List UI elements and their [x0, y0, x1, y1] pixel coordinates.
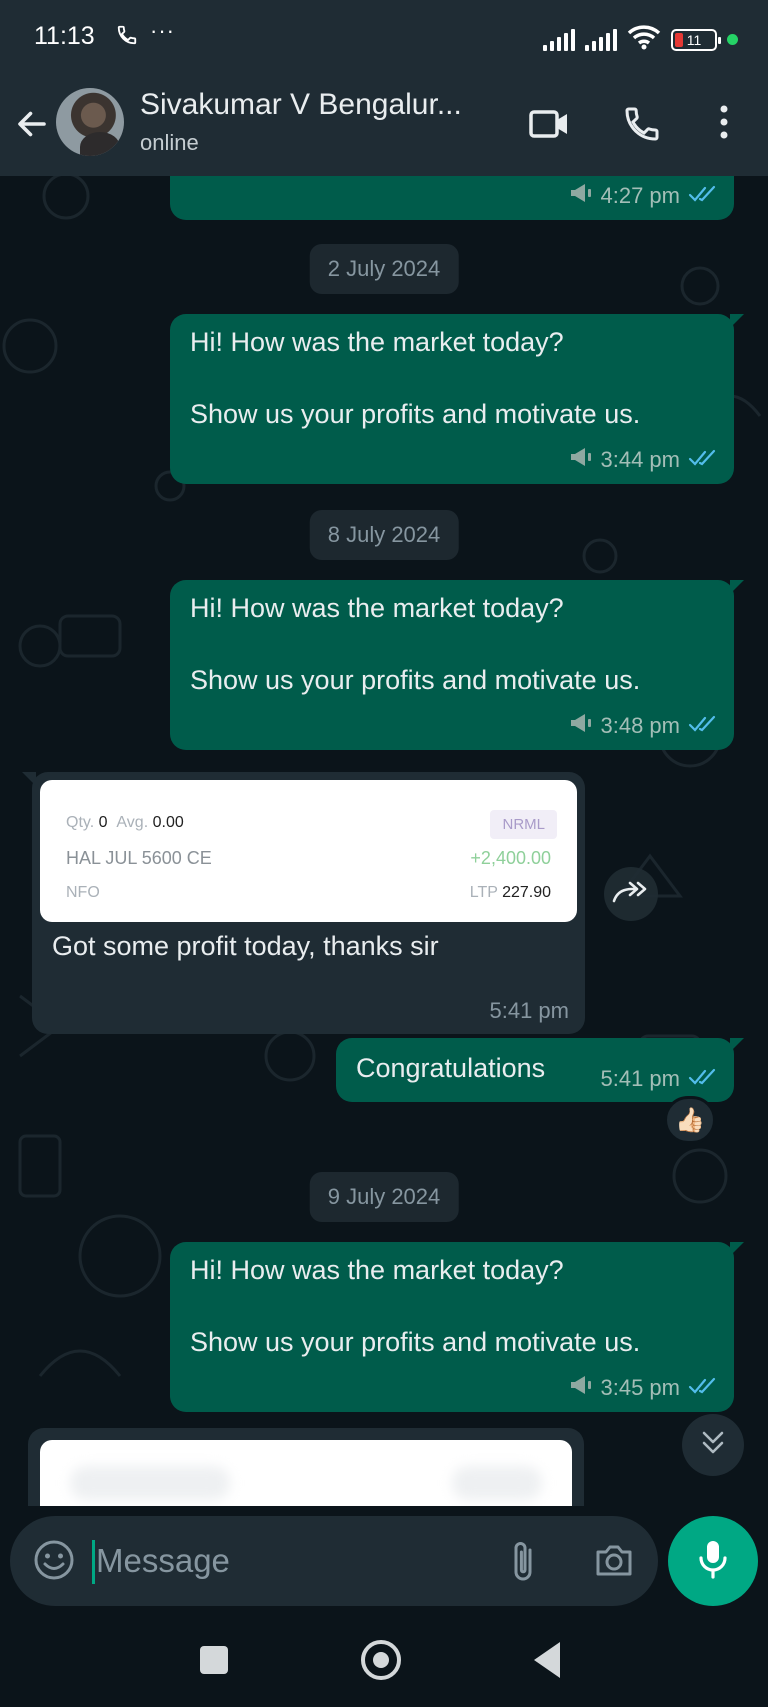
message-bubble-outgoing[interactable]: 4:27 pm — [170, 176, 734, 220]
message-meta: 5:41 pm — [490, 998, 570, 1024]
back-arrow-icon[interactable] — [14, 106, 50, 147]
qty-label: Qty. 0 Avg. 0.00 — [66, 814, 184, 831]
date-separator: 2 July 2024 — [309, 244, 459, 294]
camera-icon[interactable] — [592, 1538, 636, 1587]
exchange-label: NFO — [66, 884, 100, 901]
date-separator: 9 July 2024 — [309, 1172, 459, 1222]
message-time: 3:44 pm — [600, 447, 681, 472]
ongoing-call-icon — [116, 24, 138, 51]
double-check-icon — [688, 447, 718, 473]
text-caret — [92, 1540, 95, 1584]
double-check-icon — [688, 1375, 718, 1401]
voice-message-button[interactable] — [668, 1516, 758, 1606]
message-text: Hi! How was the market today? Show us yo… — [190, 593, 641, 695]
message-time: 3:45 pm — [600, 1375, 681, 1400]
double-check-icon — [688, 1066, 718, 1092]
blurred-image-preview[interactable] — [40, 1440, 572, 1506]
message-text: Got some profit today, thanks sir — [52, 931, 439, 961]
more-options-icon[interactable] — [716, 102, 732, 147]
megaphone-icon — [569, 446, 593, 474]
video-call-icon[interactable] — [528, 106, 570, 147]
message-meta: 3:48 pm — [569, 712, 719, 740]
back-triangle-icon[interactable] — [534, 1642, 560, 1678]
message-bubble-outgoing[interactable]: Hi! How was the market today? Show us yo… — [170, 314, 744, 484]
status-bar: 11:13 ··· 11 — [0, 0, 768, 76]
double-check-icon — [688, 713, 718, 739]
scroll-to-bottom-button[interactable] — [682, 1414, 744, 1476]
message-time: 3:48 pm — [600, 713, 681, 738]
message-time: 4:27 pm — [600, 183, 681, 208]
contact-name[interactable]: Sivakumar V Bengalur... — [140, 88, 462, 122]
reaction-badge[interactable]: 👍🏻 — [664, 1096, 716, 1144]
attach-icon[interactable] — [508, 1536, 538, 1591]
ltp-label: LTP 227.90 — [469, 884, 551, 901]
date-separator: 8 July 2024 — [309, 510, 459, 560]
signal-icon — [543, 28, 575, 51]
forward-icon — [612, 879, 650, 910]
pnl-value: +2,400.00 — [470, 848, 551, 868]
message-meta: 4:27 pm — [569, 182, 719, 210]
message-bubble-outgoing[interactable]: Hi! How was the market today? Show us yo… — [170, 580, 744, 750]
message-bubble-outgoing[interactable]: Hi! How was the market today? Show us yo… — [170, 1242, 744, 1412]
battery-level: 11 — [686, 31, 702, 48]
home-icon[interactable] — [361, 1640, 401, 1680]
message-meta: 3:45 pm — [569, 1374, 719, 1402]
chat-area[interactable]: 4:27 pm 2 July 2024 Hi! How was the mark… — [0, 176, 768, 1506]
status-indicators: 11 — [543, 24, 738, 55]
message-text: Hi! How was the market today? Show us yo… — [190, 327, 641, 429]
contact-avatar[interactable] — [56, 88, 124, 156]
signal-icon — [585, 28, 617, 51]
message-input[interactable] — [96, 1534, 476, 1588]
blurred-content — [70, 1466, 230, 1500]
message-composer[interactable] — [10, 1516, 658, 1606]
message-meta: 5:41 pm — [601, 1066, 719, 1092]
blurred-content — [452, 1466, 542, 1500]
double-check-icon — [688, 183, 718, 209]
composer-bar — [0, 1506, 768, 1616]
privacy-indicator-dot — [727, 34, 738, 45]
message-time: 5:41 pm — [600, 1066, 681, 1091]
wifi-icon — [627, 24, 661, 55]
message-text: Congratulations — [356, 1053, 546, 1083]
product-badge: NRML — [490, 810, 557, 839]
message-text: Hi! How was the market today? Show us yo… — [190, 1255, 641, 1357]
megaphone-icon — [569, 1374, 593, 1402]
message-bubble-incoming[interactable] — [28, 1428, 584, 1506]
message-bubble-incoming[interactable]: Qty. 0 Avg. 0.00 NRML HAL JUL 5600 CE +2… — [22, 772, 585, 1034]
battery-icon: 11 — [671, 28, 721, 51]
message-meta: 3:44 pm — [569, 446, 719, 474]
chevrons-down-icon — [700, 1429, 726, 1462]
megaphone-icon — [569, 182, 593, 210]
message-time: 5:41 pm — [489, 998, 570, 1023]
contact-status: online — [140, 130, 199, 155]
position-screenshot-card[interactable]: Qty. 0 Avg. 0.00 NRML HAL JUL 5600 CE +2… — [40, 780, 577, 922]
forward-button[interactable] — [604, 867, 658, 921]
message-bubble-outgoing[interactable]: Congratulations 5:41 pm — [336, 1038, 744, 1102]
status-time: 11:13 — [34, 22, 95, 50]
emoji-icon[interactable] — [32, 1538, 76, 1587]
recents-icon[interactable] — [200, 1646, 228, 1674]
voice-call-icon[interactable] — [622, 104, 662, 149]
microphone-icon — [696, 1538, 730, 1585]
megaphone-icon — [569, 712, 593, 740]
system-nav-bar — [0, 1616, 768, 1707]
chat-header: Sivakumar V Bengalur... online — [0, 76, 768, 176]
instrument-name: HAL JUL 5600 CE — [66, 848, 212, 868]
status-more-icon: ··· — [150, 18, 175, 43]
